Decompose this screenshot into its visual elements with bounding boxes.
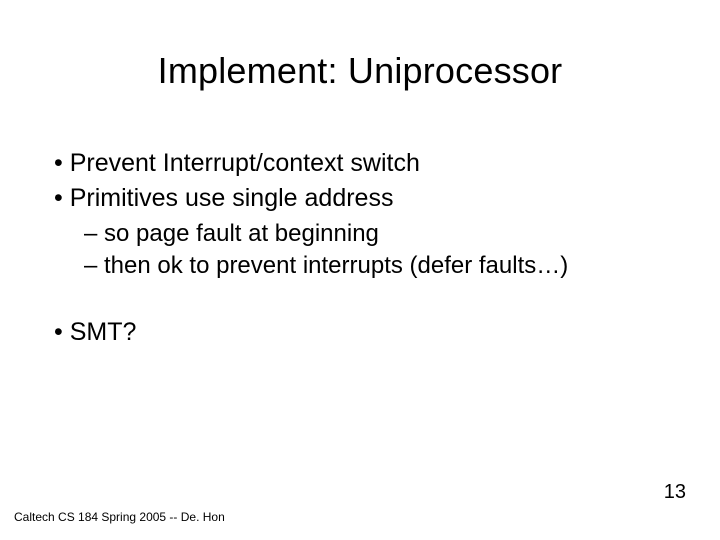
sub-bullet-item: so page fault at beginning — [84, 219, 680, 249]
slide-title: Implement: Uniprocessor — [0, 50, 720, 92]
bullet-item: Prevent Interrupt/context switch — [54, 148, 680, 179]
bullet-item: SMT? — [54, 317, 680, 348]
slide-body: Prevent Interrupt/context switch Primiti… — [54, 148, 680, 352]
bullet-item: Primitives use single address — [54, 183, 680, 214]
sub-bullet-group: so page fault at beginning then ok to pr… — [84, 219, 680, 281]
spacer — [54, 287, 680, 317]
slide-footer: Caltech CS 184 Spring 2005 -- De. Hon — [14, 510, 225, 524]
slide: Implement: Uniprocessor Prevent Interrup… — [0, 0, 720, 540]
page-number: 13 — [664, 481, 686, 504]
sub-bullet-item: then ok to prevent interrupts (defer fau… — [84, 251, 680, 281]
